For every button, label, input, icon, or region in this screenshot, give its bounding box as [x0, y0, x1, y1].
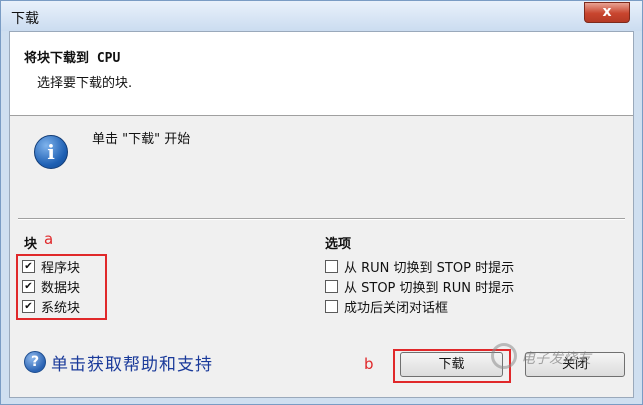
close-on-success-label: 成功后关闭对话框	[344, 300, 449, 316]
block-item-program[interactable]: ✔ 程序块	[22, 256, 80, 276]
program-block-label: 程序块	[41, 260, 81, 276]
data-block-checkbox[interactable]: ✔	[22, 279, 35, 293]
program-block-checkbox[interactable]: ✔	[22, 259, 35, 273]
header-panel: 将块下载到 CPU 选择要下载的块.	[10, 32, 633, 116]
data-block-label: 数据块	[41, 280, 81, 296]
blocks-list: ✔ 程序块 ✔ 数据块 ✔ 系统块	[22, 256, 80, 316]
close-window-button[interactable]: x	[584, 2, 630, 23]
help-link[interactable]: 单击获取帮助和支持	[51, 350, 213, 375]
info-icon: i	[34, 135, 68, 169]
download-button[interactable]: 下载	[400, 352, 503, 377]
option-stop-to-run[interactable]: 从 STOP 切换到 RUN 时提示	[325, 276, 514, 296]
options-list: 从 RUN 切换到 STOP 时提示 从 STOP 切换到 RUN 时提示 成功…	[325, 256, 514, 316]
options-heading: 选项	[325, 237, 352, 252]
option-close-on-success[interactable]: 成功后关闭对话框	[325, 296, 514, 316]
header-subtitle: 选择要下载的块.	[37, 76, 133, 91]
blocks-heading: 块	[24, 237, 38, 252]
system-block-label: 系统块	[41, 300, 81, 316]
stop-to-run-checkbox[interactable]	[325, 279, 338, 293]
title-bar: 下载 x	[1, 1, 642, 31]
dialog-body: 将块下载到 CPU 选择要下载的块. i 单击 "下载" 开始 块 a ✔ 程序…	[9, 31, 634, 398]
window-title: 下载	[11, 11, 39, 27]
run-to-stop-label: 从 RUN 切换到 STOP 时提示	[344, 260, 515, 276]
question-icon[interactable]: ?	[24, 351, 46, 373]
system-block-checkbox[interactable]: ✔	[22, 299, 35, 313]
close-on-success-checkbox[interactable]	[325, 299, 338, 313]
watermark-text: 电子发烧友	[521, 351, 591, 367]
run-to-stop-checkbox[interactable]	[325, 259, 338, 273]
option-run-to-stop[interactable]: 从 RUN 切换到 STOP 时提示	[325, 256, 514, 276]
annotation-b: b	[364, 355, 374, 373]
info-message: 单击 "下载" 开始	[92, 132, 191, 147]
annotation-a: a	[44, 230, 54, 248]
download-dialog: 下载 x 将块下载到 CPU 选择要下载的块. i 单击 "下载" 开始 块 a…	[0, 0, 643, 405]
block-item-data[interactable]: ✔ 数据块	[22, 276, 80, 296]
watermark-logo	[491, 343, 517, 369]
separator	[18, 218, 625, 220]
header-title: 将块下载到 CPU	[24, 51, 121, 66]
stop-to-run-label: 从 STOP 切换到 RUN 时提示	[344, 280, 515, 296]
block-item-system[interactable]: ✔ 系统块	[22, 296, 80, 316]
